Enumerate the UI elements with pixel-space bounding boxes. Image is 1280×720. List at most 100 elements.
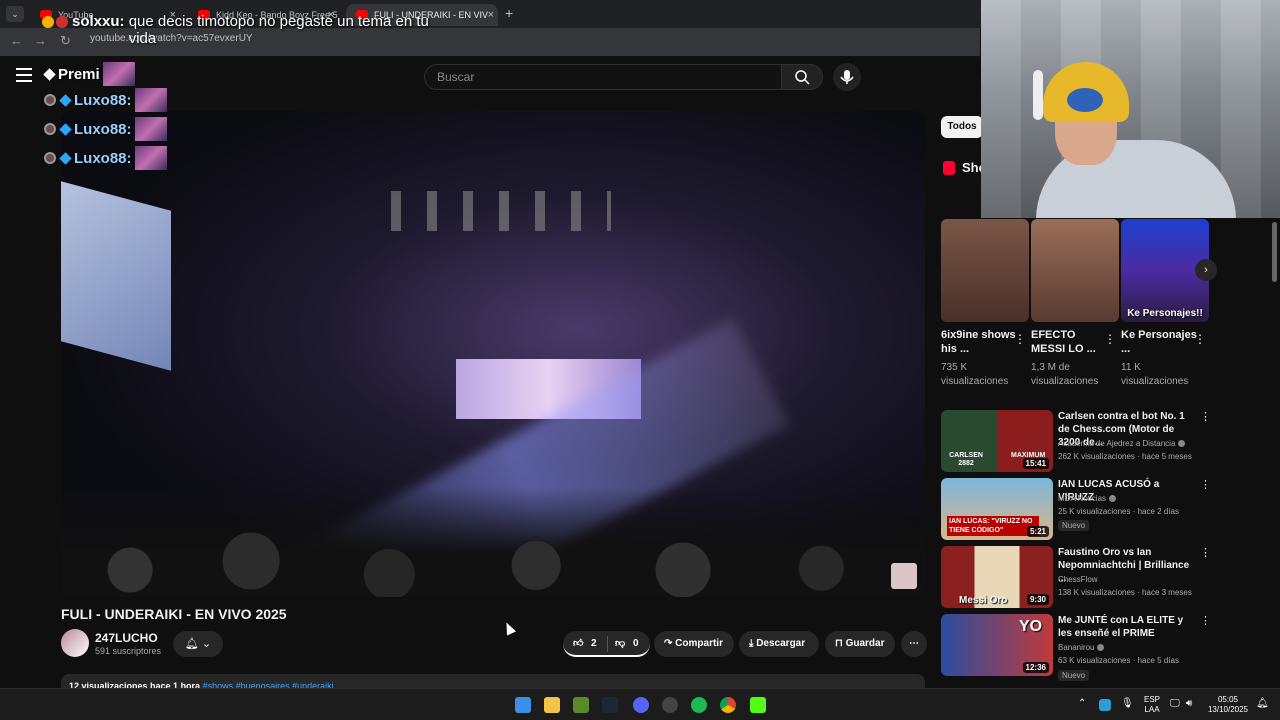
like-dislike-group: 👍︎ 2 👎︎ 0 [563, 631, 650, 657]
chat-text: Premi [58, 65, 100, 83]
chat-text: que decis timotopo no pegaste un tema en… [128, 13, 429, 47]
recommendation-item[interactable]: IAN LUCAS: "VIRUZZ NO TIENE CÓDIGO" 5:21… [941, 478, 1211, 540]
chat-username: Luxo88: [74, 120, 132, 138]
more-vertical-icon[interactable]: ⋮ [1200, 546, 1211, 559]
video-thumbnail[interactable]: CARLSEN 2882 MAXIMUM 15:41 [941, 410, 1053, 472]
video-thumbnail[interactable]: Messi Oro 9:30 [941, 546, 1053, 608]
more-vertical-icon[interactable]: ⋮ [1200, 410, 1211, 423]
dislike-count[interactable]: 0 [633, 631, 639, 657]
taskbar: ⌃ 🎙︎ ESP LAA 🖵︎ 🔊︎ 05:05 13/10/2025 🔔︎ [0, 688, 1280, 720]
video-thumbnail[interactable]: YO 12:36 [941, 614, 1053, 676]
short-title[interactable]: 6ix9ine shows his ... [941, 328, 1019, 356]
stage-lights [391, 191, 611, 231]
chevron-right-icon[interactable]: › [1195, 259, 1217, 281]
microphone-icon[interactable]: 🎙︎ [1121, 699, 1134, 709]
clock[interactable]: 05:05 13/10/2025 [1206, 695, 1250, 715]
video-title: FULI - UNDERAIKI - EN VIVO 2025 [61, 606, 287, 622]
short-title[interactable]: EFECTO MESSI LO ... [1031, 328, 1109, 356]
new-badge: Nuevo [1058, 520, 1090, 531]
filter-chip-todos[interactable]: Todos [941, 116, 983, 138]
network-icon[interactable]: 🖵︎ [1170, 699, 1180, 709]
chat-line: Luxo88: [44, 117, 167, 141]
channel-name[interactable]: Academia de Ajedrez a Distancia [1058, 439, 1186, 448]
notification-icon[interactable]: 🔔︎ [1256, 699, 1269, 709]
more-vertical-icon[interactable]: ⋮ [1194, 332, 1206, 346]
short-thumbnail[interactable] [1031, 219, 1119, 322]
windows-start-icon[interactable] [515, 697, 531, 713]
video-thumbnail[interactable]: IAN LUCAS: "VIRUZZ NO TIENE CÓDIGO" 5:21 [941, 478, 1053, 540]
volume-icon[interactable]: 🔊︎ [1186, 699, 1192, 709]
spotify-icon[interactable] [691, 697, 707, 713]
mouse-cursor [501, 620, 517, 636]
chat-username: Luxo88: [74, 149, 132, 167]
recommendation-item[interactable]: CARLSEN 2882 MAXIMUM 15:41 Carlsen contra… [941, 410, 1211, 472]
verified-icon [1178, 440, 1186, 448]
more-vertical-icon[interactable]: ⋮ [1200, 614, 1211, 627]
emote-icon [134, 117, 167, 141]
share-button[interactable]: ↷ Compartir [654, 631, 734, 657]
avatar-icon [44, 123, 56, 135]
short-thumbnail[interactable] [941, 219, 1029, 322]
thumbnail-text: IAN LUCAS: "VIRUZZ NO TIENE CÓDIGO" [947, 516, 1039, 536]
channel-watermark[interactable] [891, 563, 917, 589]
badge-icon [59, 93, 72, 107]
search-input[interactable]: Buscar [424, 64, 782, 90]
channel-name[interactable]: Bananirou [1058, 643, 1105, 652]
menu-icon[interactable] [16, 68, 32, 82]
search-button[interactable] [781, 64, 823, 90]
video-duration: 12:36 [1022, 662, 1049, 673]
video-meta: 262 K visualizaciones · hace 5 meses [1058, 452, 1192, 461]
dislike-icon[interactable]: 👎︎ [615, 631, 625, 657]
more-vertical-icon[interactable]: ⋮ [1104, 332, 1116, 346]
download-button[interactable]: ⤓ Descargar [739, 631, 819, 657]
back-arrow-icon[interactable]: ← [10, 33, 23, 48]
more-vertical-icon[interactable]: ⋮ [1014, 332, 1026, 346]
file-explorer-icon[interactable] [544, 697, 560, 713]
channel-name[interactable]: MDA Noticias [1058, 494, 1117, 503]
app-icon[interactable] [662, 697, 678, 713]
channel-name[interactable]: ChessFlow [1058, 575, 1098, 584]
badge-icon [43, 67, 56, 81]
video-meta: 138 K visualizaciones · hace 3 meses [1058, 588, 1192, 597]
minecraft-icon[interactable] [573, 697, 589, 713]
chrome-icon[interactable] [720, 697, 736, 713]
like-icon[interactable]: 👍︎ [573, 631, 583, 657]
discord-icon[interactable] [633, 697, 649, 713]
video-player[interactable] [61, 111, 925, 597]
subscriber-count: 591 suscriptores [95, 646, 162, 656]
badge-icon [59, 151, 72, 165]
scrollbar-thumb[interactable] [1272, 222, 1277, 282]
avatar-icon [44, 152, 56, 164]
emote-icon [134, 146, 167, 170]
video-meta: 25 K visualizaciones · hace 2 días [1058, 507, 1179, 516]
short-title[interactable]: Ke Personajes ... [1121, 328, 1199, 356]
emote-icon [134, 88, 167, 112]
more-vertical-icon[interactable]: ⋮ [1200, 478, 1211, 491]
notification-bell-button[interactable]: 🔔︎ ⌄ [173, 631, 223, 657]
chat-message: solxxu: que decis timotopo no pegaste un… [42, 13, 449, 47]
more-actions-button[interactable]: ⋯ [901, 631, 927, 657]
microphone-icon [840, 70, 854, 84]
chevron-up-icon[interactable]: ⌃ [1078, 699, 1086, 709]
recommendation-item[interactable]: Messi Oro 9:30 Faustino Oro vs Ian Nepom… [941, 546, 1211, 608]
recommendation-item[interactable]: YO 12:36 Me JUNTÉ con LA ELITE y les ens… [941, 614, 1211, 681]
tab-search-button[interactable]: ⌄ [6, 6, 24, 22]
video-title[interactable]: Me JUNTÉ con LA ELITE y les enseñé el PR… [1058, 614, 1198, 640]
webcam-overlay [981, 0, 1280, 218]
kick-icon[interactable] [750, 697, 766, 713]
new-tab-button[interactable]: + [505, 5, 513, 21]
divider [607, 636, 608, 652]
verified-icon [1109, 495, 1117, 503]
channel-name[interactable]: 247LUCHO [95, 631, 158, 645]
channel-avatar[interactable] [61, 629, 89, 657]
steam-icon[interactable] [602, 697, 618, 713]
chat-line: Luxo88: [44, 146, 167, 170]
thumbnail-text: YO [1019, 618, 1043, 635]
language-indicator[interactable]: ESP LAA [1140, 695, 1164, 715]
voice-search-button[interactable] [833, 63, 861, 91]
close-icon[interactable]: × [488, 4, 494, 26]
save-button[interactable]: ⊓ Guardar [825, 631, 895, 657]
like-count[interactable]: 2 [591, 631, 597, 657]
tray-app-icon[interactable] [1099, 699, 1111, 711]
crowd-heads [61, 507, 925, 597]
